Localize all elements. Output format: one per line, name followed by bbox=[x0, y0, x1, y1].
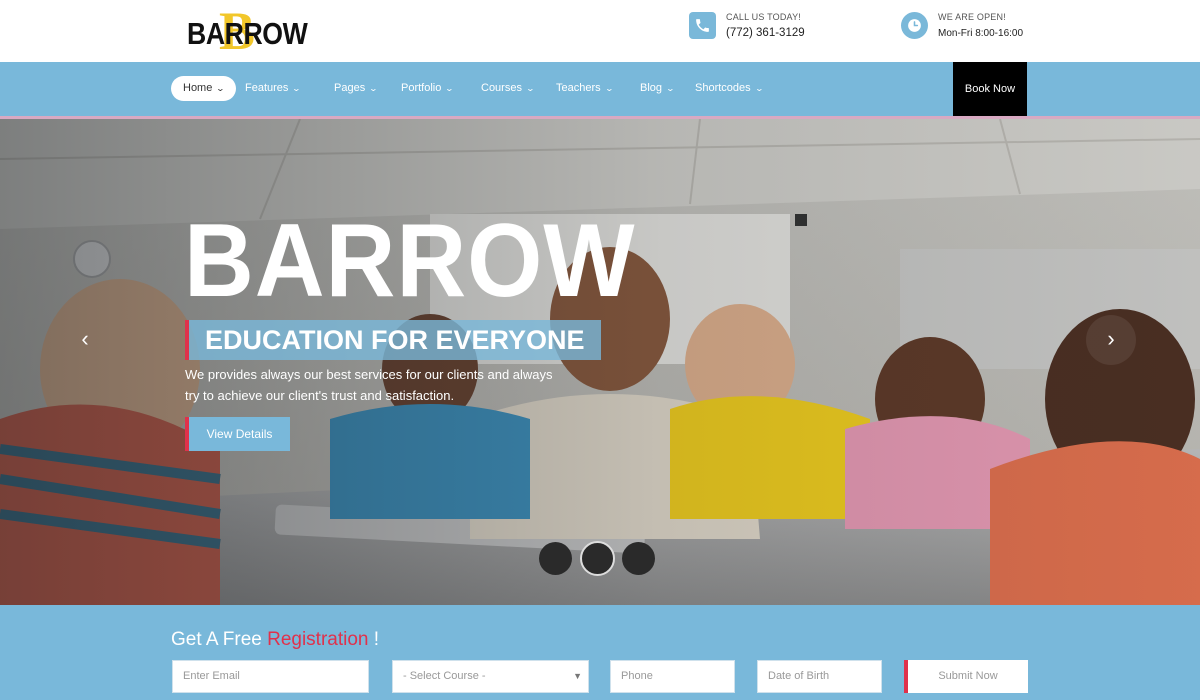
chevron-down-icon: ⌄ bbox=[292, 84, 302, 93]
nav-item-shortcodes[interactable]: Shortcodes ⌄ bbox=[695, 76, 764, 101]
email-field[interactable]: Enter Email bbox=[172, 660, 369, 693]
chevron-right-icon: › bbox=[1107, 326, 1115, 351]
nav-item-label: Features bbox=[245, 82, 289, 94]
chevron-down-icon: ⌄ bbox=[525, 84, 536, 93]
course-placeholder: - Select Course - bbox=[403, 670, 486, 682]
chevron-down-icon: ⌄ bbox=[604, 84, 614, 93]
hours-value: Mon-Fri 8:00-16:00 bbox=[938, 28, 1024, 39]
registration-title-accent: Registration bbox=[267, 629, 369, 650]
registration-title-prefix: Get A Free bbox=[171, 629, 268, 650]
logo-text: BARROW bbox=[187, 16, 308, 51]
nav-item-label: Teachers bbox=[556, 82, 601, 94]
chevron-down-icon: ⌄ bbox=[754, 84, 764, 93]
clock-icon bbox=[901, 12, 928, 39]
nav-item-label: Home bbox=[183, 82, 213, 94]
prev-slide-button[interactable]: ‹ bbox=[60, 315, 110, 365]
nav-item-label: Portfolio bbox=[401, 82, 442, 94]
hours-label: WE ARE OPEN! bbox=[938, 12, 1006, 22]
nav-item-label: Blog bbox=[640, 82, 663, 94]
hero-title: BARROW bbox=[184, 203, 636, 319]
opening-hours: WE ARE OPEN! Mon-Fri 8:00-16:00 bbox=[901, 11, 1041, 41]
chevron-left-icon: ‹ bbox=[81, 326, 89, 351]
hero-overlay bbox=[0, 119, 1200, 605]
registration-title: Get A Free Registration ! bbox=[171, 629, 379, 651]
phone-number[interactable]: (772) 361-3129 bbox=[726, 27, 805, 39]
nav-item-blog[interactable]: Blog ⌄ bbox=[640, 76, 676, 101]
chevron-down-icon: ⌄ bbox=[216, 84, 226, 93]
registration-section: Get A Free Registration ! Enter Email - … bbox=[0, 605, 1200, 700]
next-slide-button[interactable]: › bbox=[1086, 315, 1136, 365]
nav-item-home[interactable]: Home ⌄ bbox=[171, 76, 237, 101]
chevron-down-icon: ⌄ bbox=[368, 84, 379, 93]
phone-label: CALL US TODAY! bbox=[726, 12, 801, 22]
nav-item-courses[interactable]: Courses ⌄ bbox=[481, 76, 536, 101]
date-of-birth-field[interactable]: Date of Birth bbox=[757, 660, 882, 693]
slide-dot-1[interactable] bbox=[539, 542, 572, 575]
nav-item-label: Pages bbox=[334, 82, 366, 94]
site-logo[interactable]: B BARROW bbox=[187, 4, 308, 58]
submit-now-button[interactable]: Submit Now bbox=[904, 660, 1028, 693]
book-now-button[interactable]: Book Now bbox=[953, 62, 1027, 116]
hero-description: We provides always our best services for… bbox=[185, 367, 553, 403]
slide-dot-2[interactable] bbox=[580, 541, 615, 576]
phone-icon bbox=[689, 12, 716, 39]
dob-placeholder: Date of Birth bbox=[768, 670, 830, 682]
dropdown-caret-icon: ▼ bbox=[573, 671, 582, 681]
phone-field[interactable]: Phone bbox=[610, 660, 735, 693]
nav-item-label: Shortcodes bbox=[695, 82, 751, 94]
chevron-down-icon: ⌄ bbox=[665, 84, 676, 93]
phone-contact: CALL US TODAY! (772) 361-3129 bbox=[689, 11, 829, 41]
nav-item-portfolio[interactable]: Portfolio ⌄ bbox=[401, 76, 455, 101]
hero-subtitle: EDUCATION FOR EVERYONE bbox=[185, 320, 601, 360]
course-select[interactable]: - Select Course - ▼ bbox=[392, 660, 589, 693]
chevron-down-icon: ⌄ bbox=[445, 84, 455, 93]
top-header: B BARROW CALL US TODAY! (772) 361-3129 W… bbox=[0, 0, 1200, 62]
view-details-button[interactable]: View Details bbox=[185, 417, 290, 451]
phone-placeholder: Phone bbox=[621, 670, 653, 682]
nav-item-pages[interactable]: Pages ⌄ bbox=[334, 76, 379, 101]
slide-dot-3[interactable] bbox=[622, 542, 655, 575]
registration-title-suffix: ! bbox=[368, 629, 380, 650]
nav-item-label: Courses bbox=[481, 82, 522, 94]
nav-item-teachers[interactable]: Teachers ⌄ bbox=[556, 76, 614, 101]
hero-slider: BARROW EDUCATION FOR EVERYONE We provide… bbox=[0, 119, 1200, 605]
email-placeholder: Enter Email bbox=[183, 670, 240, 682]
nav-item-features[interactable]: Features ⌄ bbox=[245, 76, 302, 101]
